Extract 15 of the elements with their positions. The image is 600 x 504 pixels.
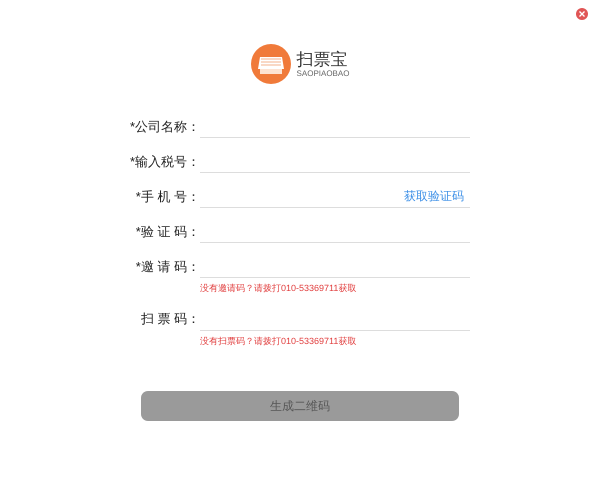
field-label: *邀 请 码： <box>134 258 200 276</box>
field-label: *手 机 号： <box>134 188 200 206</box>
close-button[interactable] <box>576 8 588 20</box>
get-code-link[interactable]: 获取验证码 <box>404 186 470 204</box>
logo-title: 扫票宝 <box>296 50 349 68</box>
field-label: *公司名称： <box>130 118 200 136</box>
field-label: *验 证 码： <box>134 222 200 240</box>
field-label: *输入税号： <box>130 152 200 170</box>
logo-subtitle: SAOPIAOBAO <box>296 70 350 78</box>
field-label: 扫 票 码： <box>140 310 200 328</box>
close-icon <box>579 11 585 17</box>
logo-icon <box>250 44 291 84</box>
input-field[interactable]: 获取验证码 <box>200 184 470 208</box>
hint-text: 没有扫票码？请拨打010-53369711获取 <box>200 334 358 348</box>
hint-text: 没有邀请码？请拨打010-53369711获取 <box>200 282 358 295</box>
